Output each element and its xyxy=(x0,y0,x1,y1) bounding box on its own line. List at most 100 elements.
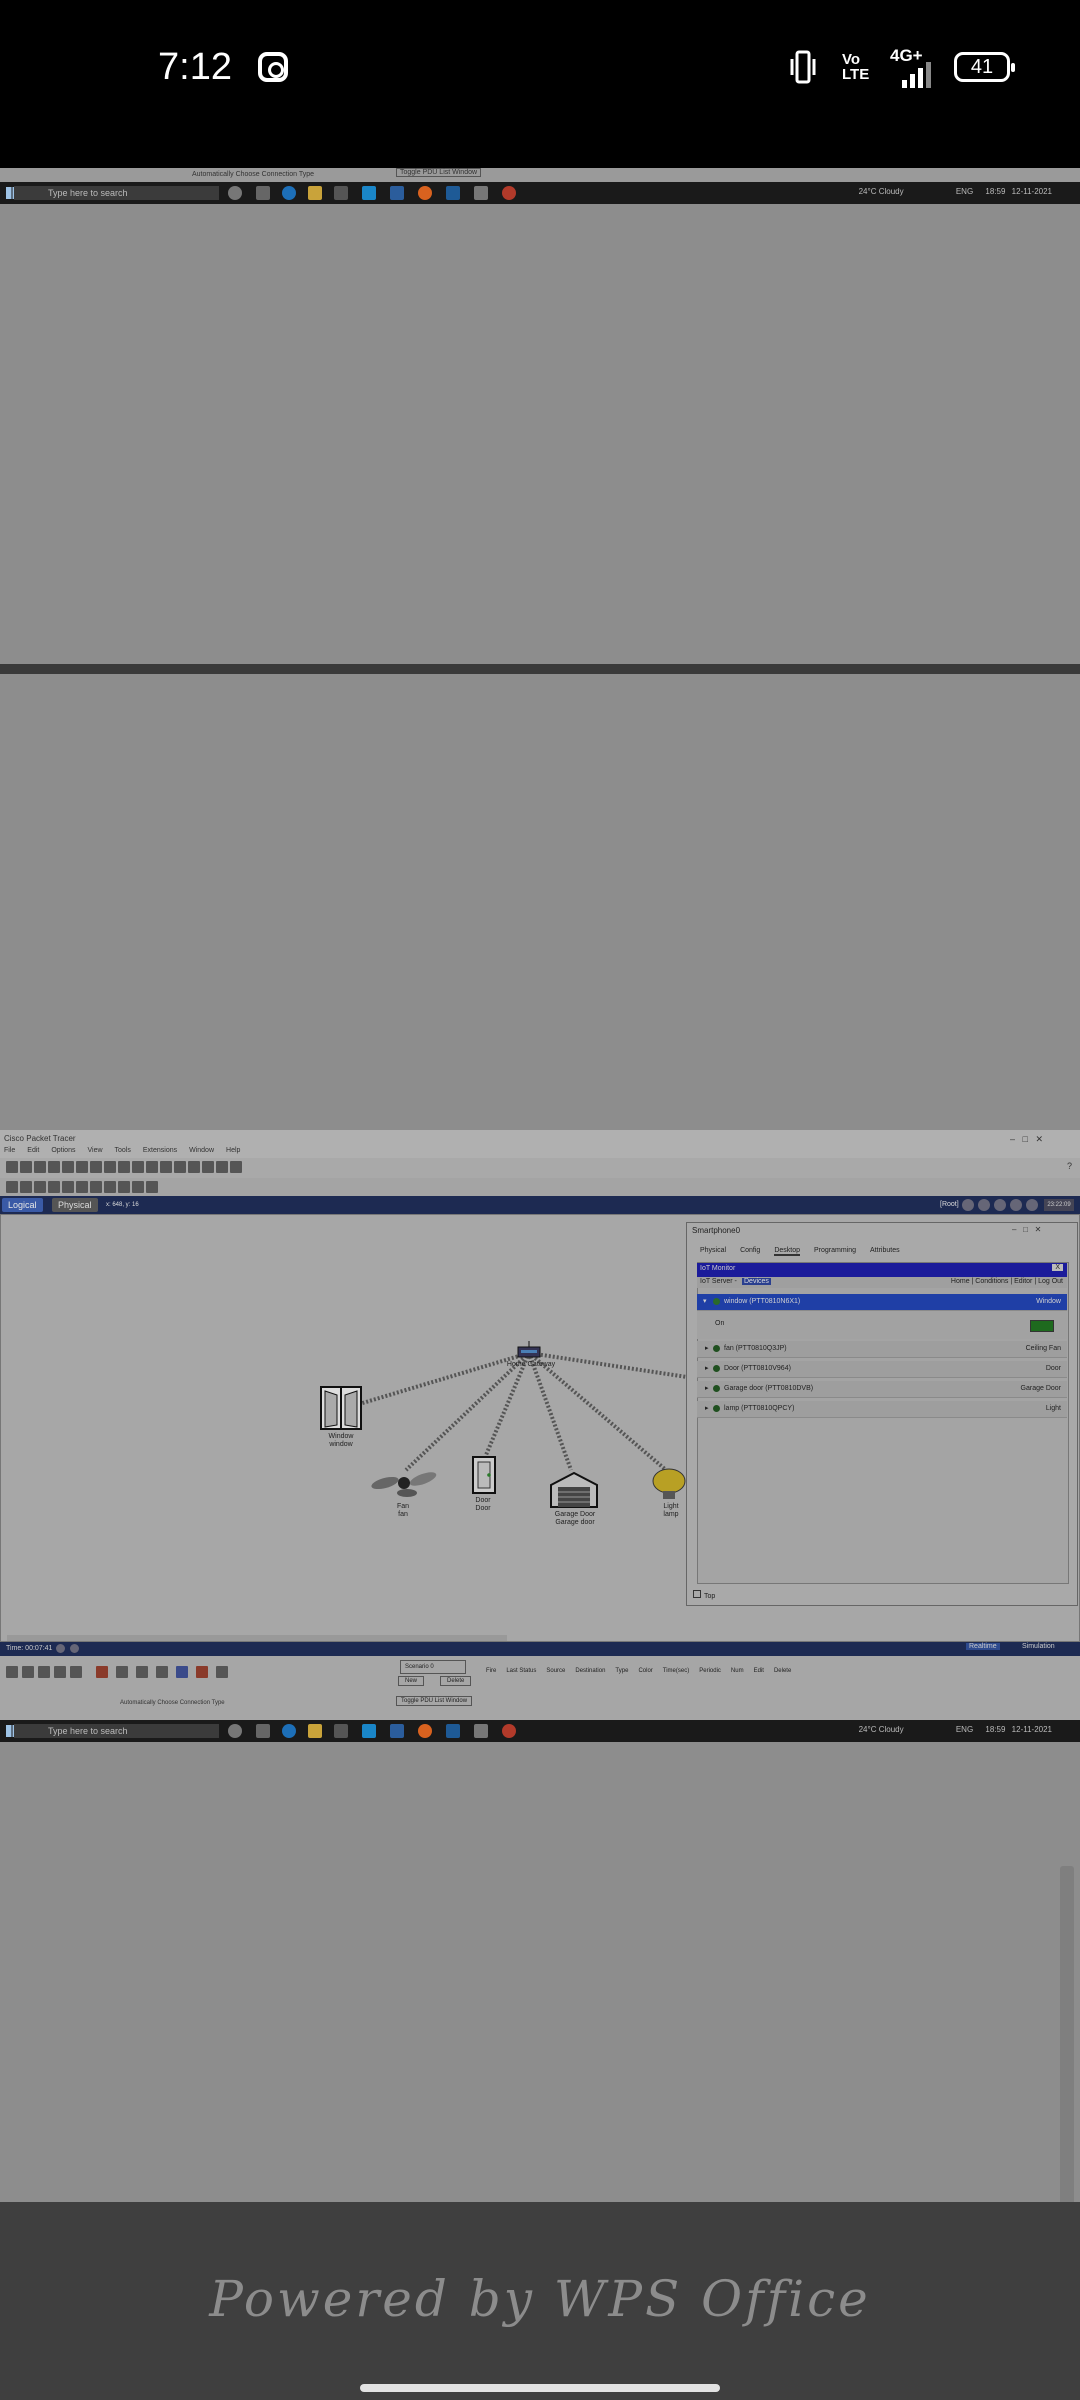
firefox-icon[interactable] xyxy=(418,186,432,200)
iot-device-row[interactable]: ▸ Garage door (PTT0810DVB) Garage Door xyxy=(697,1381,1067,1398)
move-icon[interactable] xyxy=(994,1199,1006,1211)
redo-icon[interactable] xyxy=(132,1161,144,1173)
horizontal-scrollbar[interactable] xyxy=(7,1635,507,1641)
inspect-icon[interactable] xyxy=(20,1181,32,1193)
new-scenario-button[interactable]: New xyxy=(398,1676,425,1686)
select-icon[interactable] xyxy=(6,1181,18,1193)
tab-desktop[interactable]: Desktop xyxy=(774,1247,800,1256)
iot-nav-links[interactable]: Home | Conditions | Editor | Log Out xyxy=(951,1278,1063,1285)
dialog-window-controls[interactable]: – □ ✕ xyxy=(1012,1225,1041,1234)
cable-cross-icon[interactable] xyxy=(156,1666,168,1678)
menu-options[interactable]: Options xyxy=(51,1147,75,1154)
cable-console-icon[interactable] xyxy=(116,1666,128,1678)
complex-pdu-icon[interactable] xyxy=(146,1181,158,1193)
mail-icon[interactable] xyxy=(390,1724,404,1738)
network-info-icon[interactable] xyxy=(76,1161,88,1173)
menu-edit[interactable]: Edit xyxy=(27,1147,39,1154)
zoom-out-icon[interactable] xyxy=(174,1161,186,1173)
checkbox-box[interactable] xyxy=(693,1590,701,1598)
category-misc-icon[interactable] xyxy=(70,1666,82,1678)
power-cycle-icon[interactable] xyxy=(56,1644,65,1653)
menu-view[interactable]: View xyxy=(87,1147,102,1154)
cable-auto-icon[interactable] xyxy=(96,1666,108,1678)
undo-icon[interactable] xyxy=(118,1161,130,1173)
ipc-icon[interactable] xyxy=(230,1161,242,1173)
ellipse-icon[interactable] xyxy=(104,1181,116,1193)
iot-close-button[interactable]: X xyxy=(1052,1264,1063,1271)
back-icon[interactable] xyxy=(962,1199,974,1211)
freeform-icon[interactable] xyxy=(118,1181,130,1193)
save-icon[interactable] xyxy=(34,1161,46,1173)
expand-icon[interactable]: ▾ xyxy=(703,1294,707,1310)
on-toggle[interactable] xyxy=(1030,1320,1054,1332)
menu-help[interactable]: Help xyxy=(226,1147,240,1154)
delete-scenario-button[interactable]: Delete xyxy=(440,1676,472,1686)
iot-device-row[interactable]: ▸ fan (PTT0810Q3JP) Ceiling Fan xyxy=(697,1341,1067,1358)
menu-tools[interactable]: Tools xyxy=(115,1147,131,1154)
top-checkbox[interactable]: Top xyxy=(693,1590,715,1600)
category-network-icon[interactable] xyxy=(6,1666,18,1678)
tab-programming[interactable]: Programming xyxy=(814,1247,856,1254)
store-icon[interactable] xyxy=(334,186,348,200)
fast-forward-icon[interactable] xyxy=(70,1644,79,1653)
taskview-icon[interactable] xyxy=(256,186,270,200)
cortana-icon[interactable] xyxy=(228,1724,242,1738)
menu-file[interactable]: File xyxy=(4,1147,15,1154)
iot-device-row[interactable]: ▸ lamp (PTT0810QPCY) Light xyxy=(697,1401,1067,1418)
toggle-pdu-button[interactable]: Toggle PDU List Window xyxy=(396,168,482,177)
tab-config[interactable]: Config xyxy=(740,1247,760,1254)
edge-icon[interactable] xyxy=(282,186,296,200)
iot-device-row[interactable]: ▾ window (PTT0810N6X1) Window xyxy=(697,1294,1067,1311)
cluster-icon[interactable] xyxy=(1010,1199,1022,1211)
tab-physical-device[interactable]: Physical xyxy=(700,1247,726,1254)
cable-straight-icon[interactable] xyxy=(136,1666,148,1678)
new-icon[interactable] xyxy=(6,1161,18,1173)
open-icon[interactable] xyxy=(20,1161,32,1173)
simulation-mode-button[interactable]: Simulation xyxy=(1022,1643,1055,1650)
edge-icon[interactable] xyxy=(282,1724,296,1738)
explorer-icon[interactable] xyxy=(308,186,322,200)
taskview-icon[interactable] xyxy=(256,1724,270,1738)
tab-logical[interactable]: Logical xyxy=(2,1198,43,1212)
word-icon[interactable] xyxy=(446,1724,460,1738)
realtime-mode-button[interactable]: Realtime xyxy=(966,1643,1000,1650)
recorder-icon[interactable] xyxy=(502,186,516,200)
custom-device-icon[interactable] xyxy=(202,1161,214,1173)
garage-door-icon[interactable] xyxy=(549,1471,599,1509)
scenario-select[interactable]: Scenario 0 xyxy=(400,1660,466,1674)
help-icon[interactable]: ? xyxy=(1067,1161,1072,1171)
viewport-icon[interactable] xyxy=(216,1161,228,1173)
explorer-icon[interactable] xyxy=(308,1724,322,1738)
line-icon[interactable] xyxy=(76,1181,88,1193)
category-components-icon[interactable] xyxy=(38,1666,50,1678)
wizard-icon[interactable] xyxy=(62,1161,74,1173)
background-icon[interactable] xyxy=(1026,1199,1038,1211)
home-gateway-icon[interactable] xyxy=(517,1341,541,1359)
paste-icon[interactable] xyxy=(104,1161,116,1173)
note-icon[interactable] xyxy=(62,1181,74,1193)
taskbar-search[interactable]: Type here to search xyxy=(14,1724,219,1738)
zoom-reset-icon[interactable] xyxy=(160,1161,172,1173)
toggle-pdu-button[interactable]: Toggle PDU List Window xyxy=(396,1696,473,1706)
firefox-icon[interactable] xyxy=(418,1724,432,1738)
resize-icon[interactable] xyxy=(48,1181,60,1193)
expand-icon[interactable]: ▸ xyxy=(705,1361,709,1377)
packettracer-icon[interactable] xyxy=(474,186,488,200)
lamp-device-icon[interactable] xyxy=(651,1467,687,1501)
door-device-icon[interactable] xyxy=(471,1455,497,1495)
expand-icon[interactable]: ▸ xyxy=(705,1381,709,1397)
cable-fiber-icon[interactable] xyxy=(176,1666,188,1678)
cortana-icon[interactable] xyxy=(228,186,242,200)
gesture-home-bar[interactable] xyxy=(360,2384,720,2392)
word-icon[interactable] xyxy=(446,186,460,200)
menu-window[interactable]: Window xyxy=(189,1147,214,1154)
expand-icon[interactable]: ▸ xyxy=(705,1341,709,1357)
palette-icon[interactable] xyxy=(188,1161,200,1173)
viewport-nav-icon[interactable] xyxy=(978,1199,990,1211)
delete-icon[interactable] xyxy=(34,1181,46,1193)
copy-icon[interactable] xyxy=(90,1161,102,1173)
mail-icon[interactable] xyxy=(390,186,404,200)
app-l-icon[interactable] xyxy=(362,186,376,200)
category-end-devices-icon[interactable] xyxy=(22,1666,34,1678)
store-icon[interactable] xyxy=(334,1724,348,1738)
